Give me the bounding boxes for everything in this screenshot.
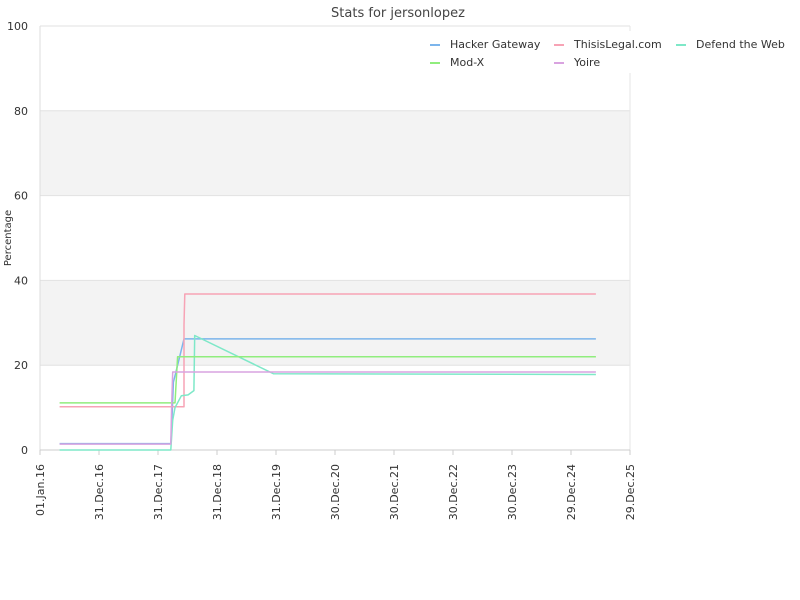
axes bbox=[39, 26, 631, 455]
x-tick-label: 30.Dec.20 bbox=[329, 464, 342, 520]
stats-chart: Stats for jersonlopez 0 20 40 60 80 100 01.Ja… bbox=[3, 6, 785, 520]
grid-band bbox=[40, 280, 630, 366]
x-tick-label: 29.Dec.25 bbox=[624, 464, 637, 520]
x-tick-label: 31.Dec.18 bbox=[211, 464, 224, 520]
legend-entry: Mod-X bbox=[450, 56, 485, 69]
x-tick-label: 29.Dec.24 bbox=[565, 464, 578, 520]
y-tick-label: 100 bbox=[7, 20, 28, 33]
chart-title: Stats for jersonlopez bbox=[331, 6, 465, 21]
x-tick-label: 01.Jan.16 bbox=[34, 464, 47, 516]
y-tick-label: 80 bbox=[14, 105, 28, 118]
legend-entry: Hacker Gateway bbox=[450, 38, 541, 51]
x-tick-labels: 01.Jan.16 31.Dec.16 31.Dec.17 31.Dec.18 31.D… bbox=[34, 464, 637, 520]
x-tick-label: 30.Dec.22 bbox=[447, 464, 460, 520]
x-tick-label: 31.Dec.16 bbox=[93, 464, 106, 520]
y-tick-label: 0 bbox=[21, 444, 28, 457]
grid-lines bbox=[40, 25, 630, 451]
x-tick-label: 31.Dec.19 bbox=[270, 464, 283, 520]
y-tick-label: 60 bbox=[14, 190, 28, 203]
y-axis-label: Percentage bbox=[3, 210, 14, 266]
y-tick-label: 20 bbox=[14, 359, 28, 372]
x-tick-label: 30.Dec.21 bbox=[388, 464, 401, 520]
legend: Hacker Gateway ThisisLegal.com Defend the … bbox=[420, 31, 785, 73]
plot-background bbox=[40, 110, 630, 366]
series-line bbox=[59, 371, 596, 445]
x-tick-label: 30.Dec.23 bbox=[506, 464, 519, 520]
legend-entry: Yoire bbox=[573, 56, 600, 69]
y-tick-label: 40 bbox=[14, 274, 28, 287]
grid-band bbox=[40, 110, 630, 196]
x-tick-label: 31.Dec.17 bbox=[152, 464, 165, 520]
legend-entry: Defend the Web bbox=[696, 38, 785, 51]
legend-entry: ThisisLegal.com bbox=[573, 38, 662, 51]
